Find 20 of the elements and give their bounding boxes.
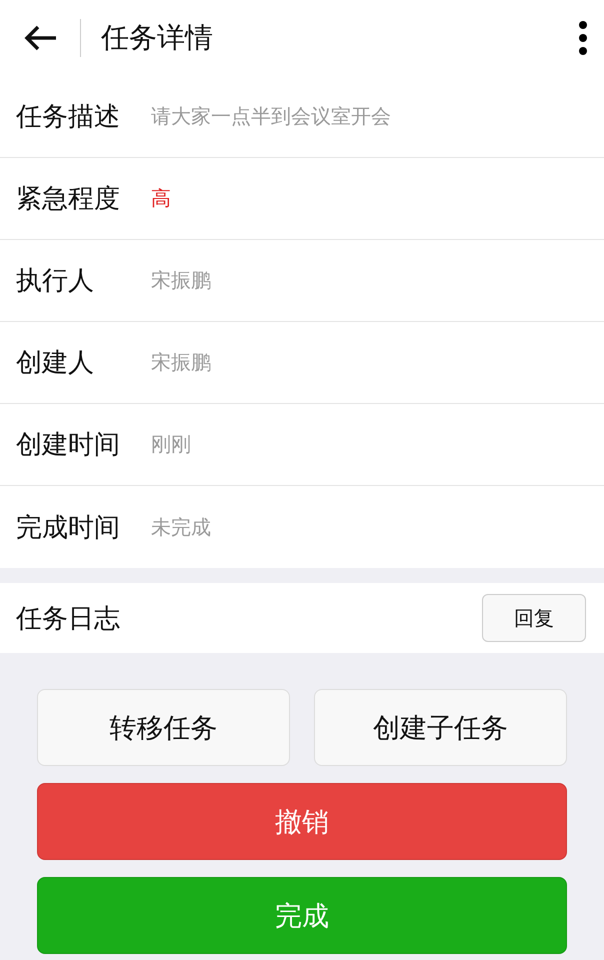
field-value: 未完成 [151,514,211,540]
field-label: 执行人 [16,265,95,298]
field-label: 紧急程度 [16,183,121,216]
field-value: 宋振鹏 [151,349,211,376]
action-button[interactable]: 创建子任务 [314,689,567,766]
field-value: 宋振鹏 [151,267,211,294]
field-value: 请大家一点半到会议室开会 [151,103,391,130]
back-icon[interactable] [22,24,58,52]
reply-button[interactable]: 回复 [482,594,586,642]
field-label: 创建人 [16,347,95,380]
field-value: 刚刚 [151,431,191,458]
section-title: 任务日志 [16,602,120,636]
field-label: 完成时间 [16,512,121,544]
field-label: 任务描述 [16,101,121,134]
more-icon[interactable] [578,20,588,56]
field-value: 高 [151,185,171,212]
field-label: 创建时间 [16,429,121,462]
page-title: 任务详情 [101,20,214,56]
action-button[interactable]: 转移任务 [37,689,290,766]
cancel-button[interactable]: 撤销 [37,783,567,860]
